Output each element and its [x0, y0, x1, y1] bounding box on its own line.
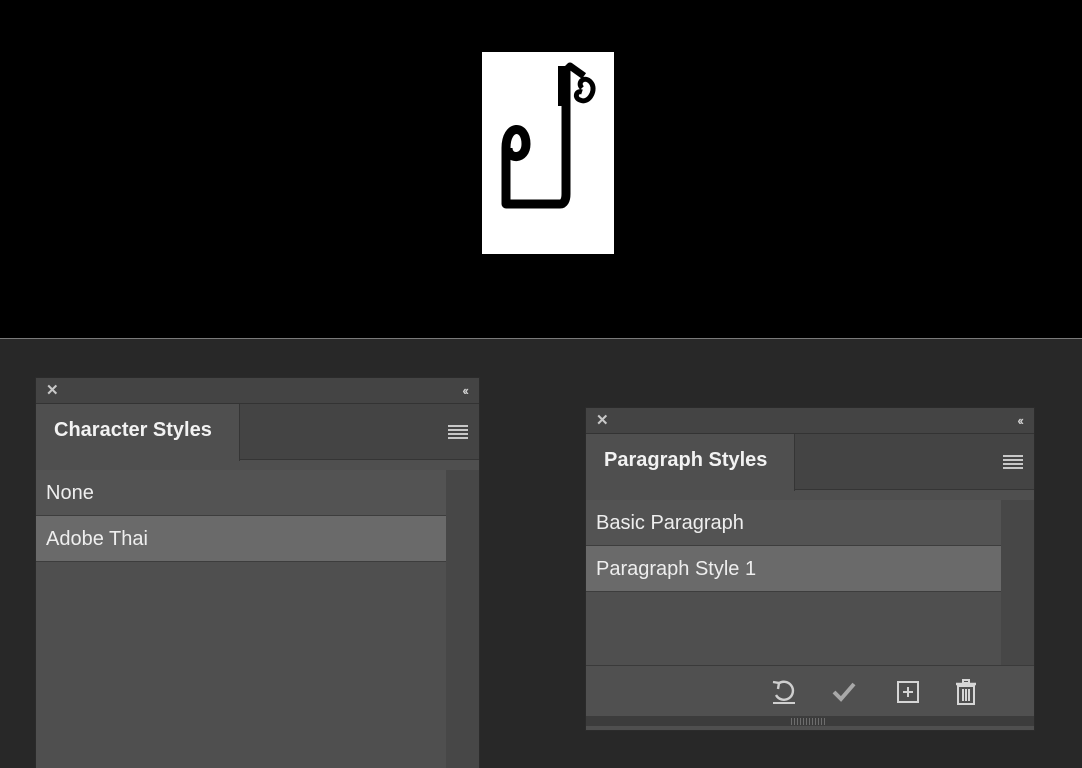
panel-menu-icon[interactable]: [1003, 455, 1023, 469]
character-styles-list: None Adobe Thai: [36, 470, 446, 562]
panel-resize-handle[interactable]: [586, 716, 1034, 726]
list-item[interactable]: Basic Paragraph: [586, 500, 1001, 546]
panel-tab-row: Paragraph Styles: [586, 434, 1034, 491]
panel-title-bar[interactable]: ✕ ‹‹: [36, 378, 479, 404]
thai-glyph-artwork: [501, 62, 596, 209]
new-style-icon[interactable]: [894, 678, 922, 712]
clear-overrides-icon[interactable]: [770, 678, 798, 712]
checkmark-icon[interactable]: [830, 678, 858, 712]
list-item-selected[interactable]: Adobe Thai: [36, 516, 446, 562]
paragraph-styles-list: Basic Paragraph Paragraph Style 1: [586, 500, 1001, 592]
close-icon[interactable]: ✕: [46, 383, 60, 398]
trash-icon[interactable]: [952, 678, 980, 712]
panel-menu-icon[interactable]: [448, 425, 468, 439]
scrollbar-track[interactable]: [446, 470, 479, 768]
grip-icon: [791, 718, 827, 725]
list-item-selected[interactable]: Paragraph Style 1: [586, 546, 1001, 592]
scrollbar-track[interactable]: [1001, 500, 1034, 665]
double-chevron-left-icon[interactable]: ‹‹: [1017, 413, 1024, 428]
thai-glyph-text-frame[interactable]: [482, 52, 614, 254]
paragraph-styles-panel: ✕ ‹‹ Paragraph Styles Basic Paragraph Pa…: [585, 407, 1035, 731]
list-item[interactable]: None: [36, 470, 446, 516]
document-canvas[interactable]: [0, 0, 1082, 338]
tab-paragraph-styles[interactable]: Paragraph Styles: [586, 434, 795, 491]
panel-tab-row: Character Styles: [36, 404, 479, 461]
panel-title-bar[interactable]: ✕ ‹‹: [586, 408, 1034, 434]
double-chevron-left-icon[interactable]: ‹‹: [462, 383, 469, 398]
character-styles-panel: ✕ ‹‹ Character Styles None Adobe Thai: [35, 377, 480, 768]
panel-footer: [586, 665, 1034, 716]
close-icon[interactable]: ✕: [596, 413, 610, 428]
tab-character-styles[interactable]: Character Styles: [36, 404, 240, 461]
